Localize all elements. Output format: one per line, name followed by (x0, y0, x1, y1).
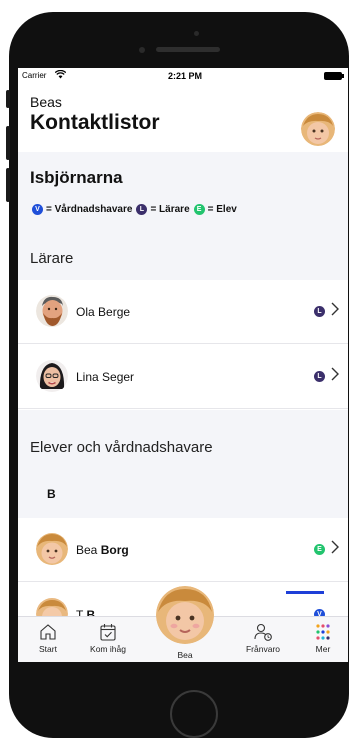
contact-name: Ola Berge (76, 305, 131, 319)
legend-student-label: = Elev (207, 204, 237, 215)
wifi-icon (54, 69, 67, 81)
legend-teacher: L = Lärare (136, 204, 190, 215)
legend-student: E = Elev (193, 204, 237, 215)
avatar (36, 532, 68, 566)
contact-row-teacher-2[interactable]: Lina Seger L (18, 345, 348, 409)
legend-guardian-label: = Vårdnadshavare (46, 204, 133, 215)
tab-start[interactable]: Start (26, 617, 70, 662)
legend-guardian: V = Vårdnadshavare (32, 204, 132, 215)
volume-down-button (6, 168, 10, 202)
student-badge-icon: E (314, 544, 325, 555)
contact-name: Bea Borg (76, 543, 129, 557)
class-info: Isbjörnarna V = Vårdnadshavare L = Lärar… (18, 152, 348, 224)
chevron-right-icon (331, 302, 339, 319)
avatar (36, 294, 68, 328)
teachers-section-header: Lärare (18, 224, 348, 280)
tab-label: Kom ihåg (90, 644, 126, 654)
chevron-right-icon (331, 367, 339, 384)
calendar-check-icon (98, 623, 118, 641)
earpiece-speaker (156, 47, 220, 52)
battery-icon (324, 72, 344, 80)
front-camera (139, 47, 145, 53)
tab-kom-ihag[interactable]: Kom ihåg (84, 617, 132, 662)
students-section-title: Elever och vårdnadshavare (30, 439, 213, 456)
header-subtitle: Beas (30, 94, 62, 110)
child-avatar[interactable] (301, 112, 335, 146)
contact-row-student-1[interactable]: Bea Borg E (18, 518, 348, 582)
chevron-right-icon (331, 540, 339, 557)
tab-franvaro[interactable]: Frånvaro (238, 617, 288, 662)
tab-bea-label[interactable]: Bea (160, 650, 210, 660)
status-bar: Carrier 2:21 PM (18, 68, 348, 84)
home-icon (38, 623, 58, 641)
app-screen: Carrier 2:21 PM Beas Kontaktlistor Isbjö… (18, 68, 348, 662)
legend-teacher-label: = Lärare (150, 204, 190, 215)
students-section-header: Elever och vårdnadshavare (18, 410, 348, 468)
role-legend: V = Vårdnadshavare L = Lärare E = Elev (32, 204, 241, 215)
tab-label: Frånvaro (245, 644, 280, 654)
tab-label: Start (39, 644, 57, 654)
active-tab-indicator (286, 591, 324, 594)
tab-bea-avatar[interactable] (156, 586, 214, 644)
alphabet-letter: B (47, 487, 56, 501)
home-button[interactable] (170, 690, 218, 738)
tab-label: Mer (315, 644, 331, 654)
teacher-badge-icon: L (136, 204, 148, 215)
volume-up-button (6, 126, 10, 160)
page-header: Beas Kontaktlistor (18, 84, 348, 152)
page-title: Kontaktlistor (30, 111, 160, 134)
teacher-badge-icon: L (314, 371, 325, 382)
class-name: Isbjörnarna (30, 168, 123, 187)
camera-dot (194, 31, 199, 36)
grid-dots-icon (313, 623, 333, 641)
guardian-badge-icon: V (32, 204, 43, 215)
contact-name: Lina Seger (76, 370, 135, 384)
avatar (36, 359, 68, 393)
carrier-label: Carrier (22, 71, 47, 80)
mute-switch (6, 90, 10, 108)
person-clock-icon (253, 623, 273, 641)
teachers-section-title: Lärare (30, 250, 74, 267)
tab-mer[interactable]: Mer (304, 617, 342, 662)
clock: 2:21 PM (168, 71, 203, 81)
teacher-badge-icon: L (314, 306, 325, 317)
contact-row-teacher-1[interactable]: Ola Berge L (18, 280, 348, 344)
student-badge-icon: E (193, 204, 205, 215)
alphabet-divider: B (18, 468, 348, 518)
